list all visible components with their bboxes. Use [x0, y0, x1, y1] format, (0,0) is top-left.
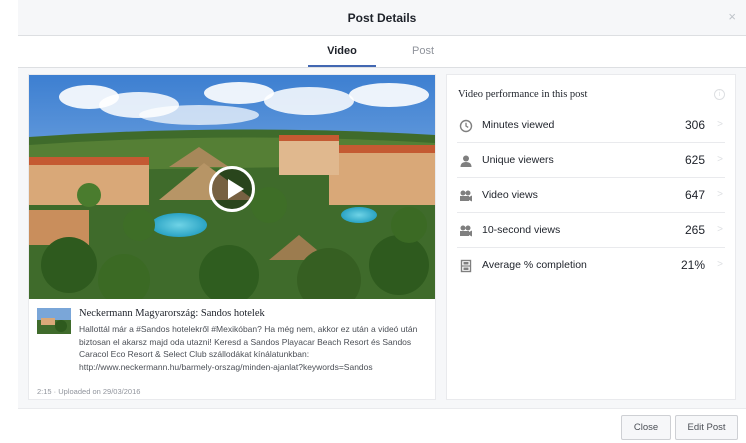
performance-title: Video performance in this post: [458, 89, 588, 100]
stat-value: 21%: [680, 258, 705, 272]
dialog-footer: Close Edit Post: [18, 408, 746, 443]
performance-card: Video performance in this post i Minutes…: [446, 74, 736, 400]
stat-label: Video views: [482, 189, 538, 201]
chevron-right-icon: >: [717, 224, 723, 235]
stat-value: 647: [684, 188, 705, 202]
clock-icon: [459, 119, 473, 133]
chevron-right-icon: >: [717, 259, 723, 270]
active-tab-indicator: [308, 65, 376, 67]
stat-value: 625: [684, 153, 705, 167]
stat-row-10-second-views[interactable]: 10-second views 265 >: [447, 213, 735, 248]
info-icon[interactable]: i: [714, 89, 725, 100]
stat-label: Unique viewers: [482, 154, 554, 166]
post-meta: 2:15 · Uploaded on 29/03/2016: [37, 387, 141, 396]
stat-row-video-views[interactable]: Video views 647 >: [447, 178, 735, 213]
chevron-right-icon: >: [717, 189, 723, 200]
page-avatar[interactable]: [37, 308, 71, 334]
close-button[interactable]: Close: [621, 415, 671, 440]
stat-label: 10-second views: [482, 224, 561, 236]
stat-row-average-completion[interactable]: Average % completion 21% >: [447, 248, 735, 283]
film-strip-icon: [460, 259, 472, 273]
tab-bar: Video Post: [18, 36, 746, 68]
dialog-title: Post Details: [347, 11, 417, 25]
dialog-content: Neckermann Magyarország: Sandos hotelek …: [18, 68, 746, 408]
video-card: Neckermann Magyarország: Sandos hotelek …: [28, 74, 436, 400]
video-thumbnail[interactable]: [29, 75, 435, 299]
post-details-dialog: Post Details × Video Post Neckermann Mag…: [0, 0, 746, 443]
chevron-right-icon: >: [717, 119, 723, 130]
page-name-link[interactable]: Neckermann Magyarország: Sandos hotelek: [79, 308, 265, 319]
tab-video[interactable]: Video: [311, 45, 373, 57]
stat-value: 306: [684, 118, 705, 132]
stat-label: Minutes viewed: [482, 119, 555, 131]
stat-value: 265: [684, 223, 705, 237]
dialog-header: Post Details ×: [18, 0, 746, 36]
play-button[interactable]: [209, 166, 255, 212]
stat-row-minutes-viewed[interactable]: Minutes viewed 306 >: [447, 108, 735, 143]
chevron-right-icon: >: [717, 154, 723, 165]
person-icon: [460, 155, 472, 167]
edit-post-button[interactable]: Edit Post: [675, 415, 738, 440]
video-10s-icon: [460, 225, 472, 237]
stat-label: Average % completion: [482, 259, 587, 271]
post-text: Hallottál már a #Sandos hotelekről #Mexi…: [79, 324, 418, 372]
video-views-icon: [460, 190, 472, 202]
stat-row-unique-viewers[interactable]: Unique viewers 625 >: [447, 143, 735, 178]
close-icon[interactable]: ×: [728, 9, 736, 24]
tab-post[interactable]: Post: [403, 45, 443, 57]
